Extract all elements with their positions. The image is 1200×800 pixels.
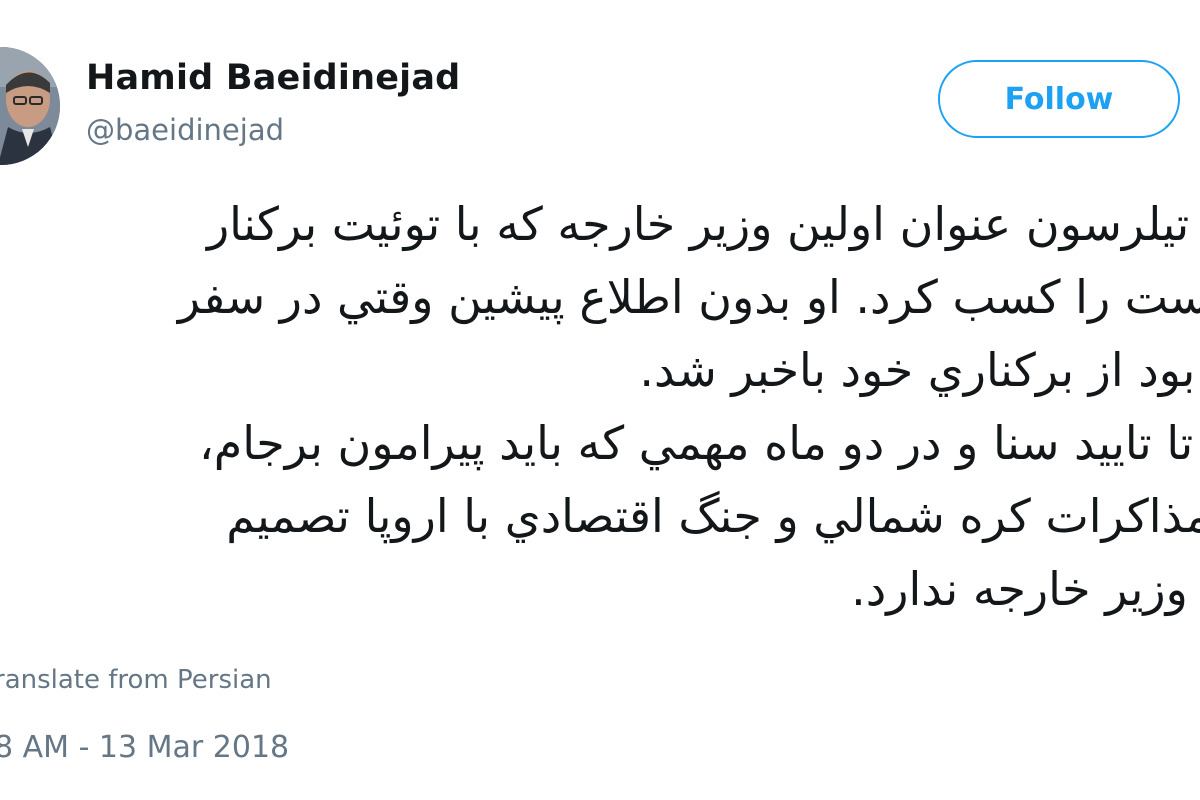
author-handle[interactable]: @baeidinejad xyxy=(86,113,284,147)
tweet-text-line: س تیلرسون عنوان اولین وزیر خارجه که با ت… xyxy=(206,197,1200,251)
tweet-text-line: یکا تا تایید سنا و در دو ماه مهمي که بای… xyxy=(198,416,1200,470)
author-display-name[interactable]: Hamid Baeidinejad xyxy=(86,58,460,98)
tweet-text-line: یقا بود از برکناري خود باخبر شد. xyxy=(639,343,1200,397)
tweet-text-line: رد، وزیر خارجه ندارد. xyxy=(851,562,1200,616)
tweet-timestamp[interactable]: 8 AM - 13 Mar 2018 xyxy=(0,730,289,765)
tweet-text: س تیلرسون عنوان اولین وزیر خارجه که با ت… xyxy=(0,188,1200,626)
avatar[interactable] xyxy=(0,47,60,165)
profile-photo-icon xyxy=(0,47,60,165)
follow-button[interactable]: Follow xyxy=(938,60,1180,138)
tweet-text-line: از مذاکرات کره شمالي و جنگ اقتصادي با ار… xyxy=(226,489,1200,543)
translate-link[interactable]: ranslate from Persian xyxy=(0,665,272,695)
tweet-text-line: ه است را کسب کرد. او بدون اطلاع پیشین وق… xyxy=(177,270,1200,324)
tweet-card: Hamid Baeidinejad @baeidinejad Follow س … xyxy=(0,0,1200,800)
